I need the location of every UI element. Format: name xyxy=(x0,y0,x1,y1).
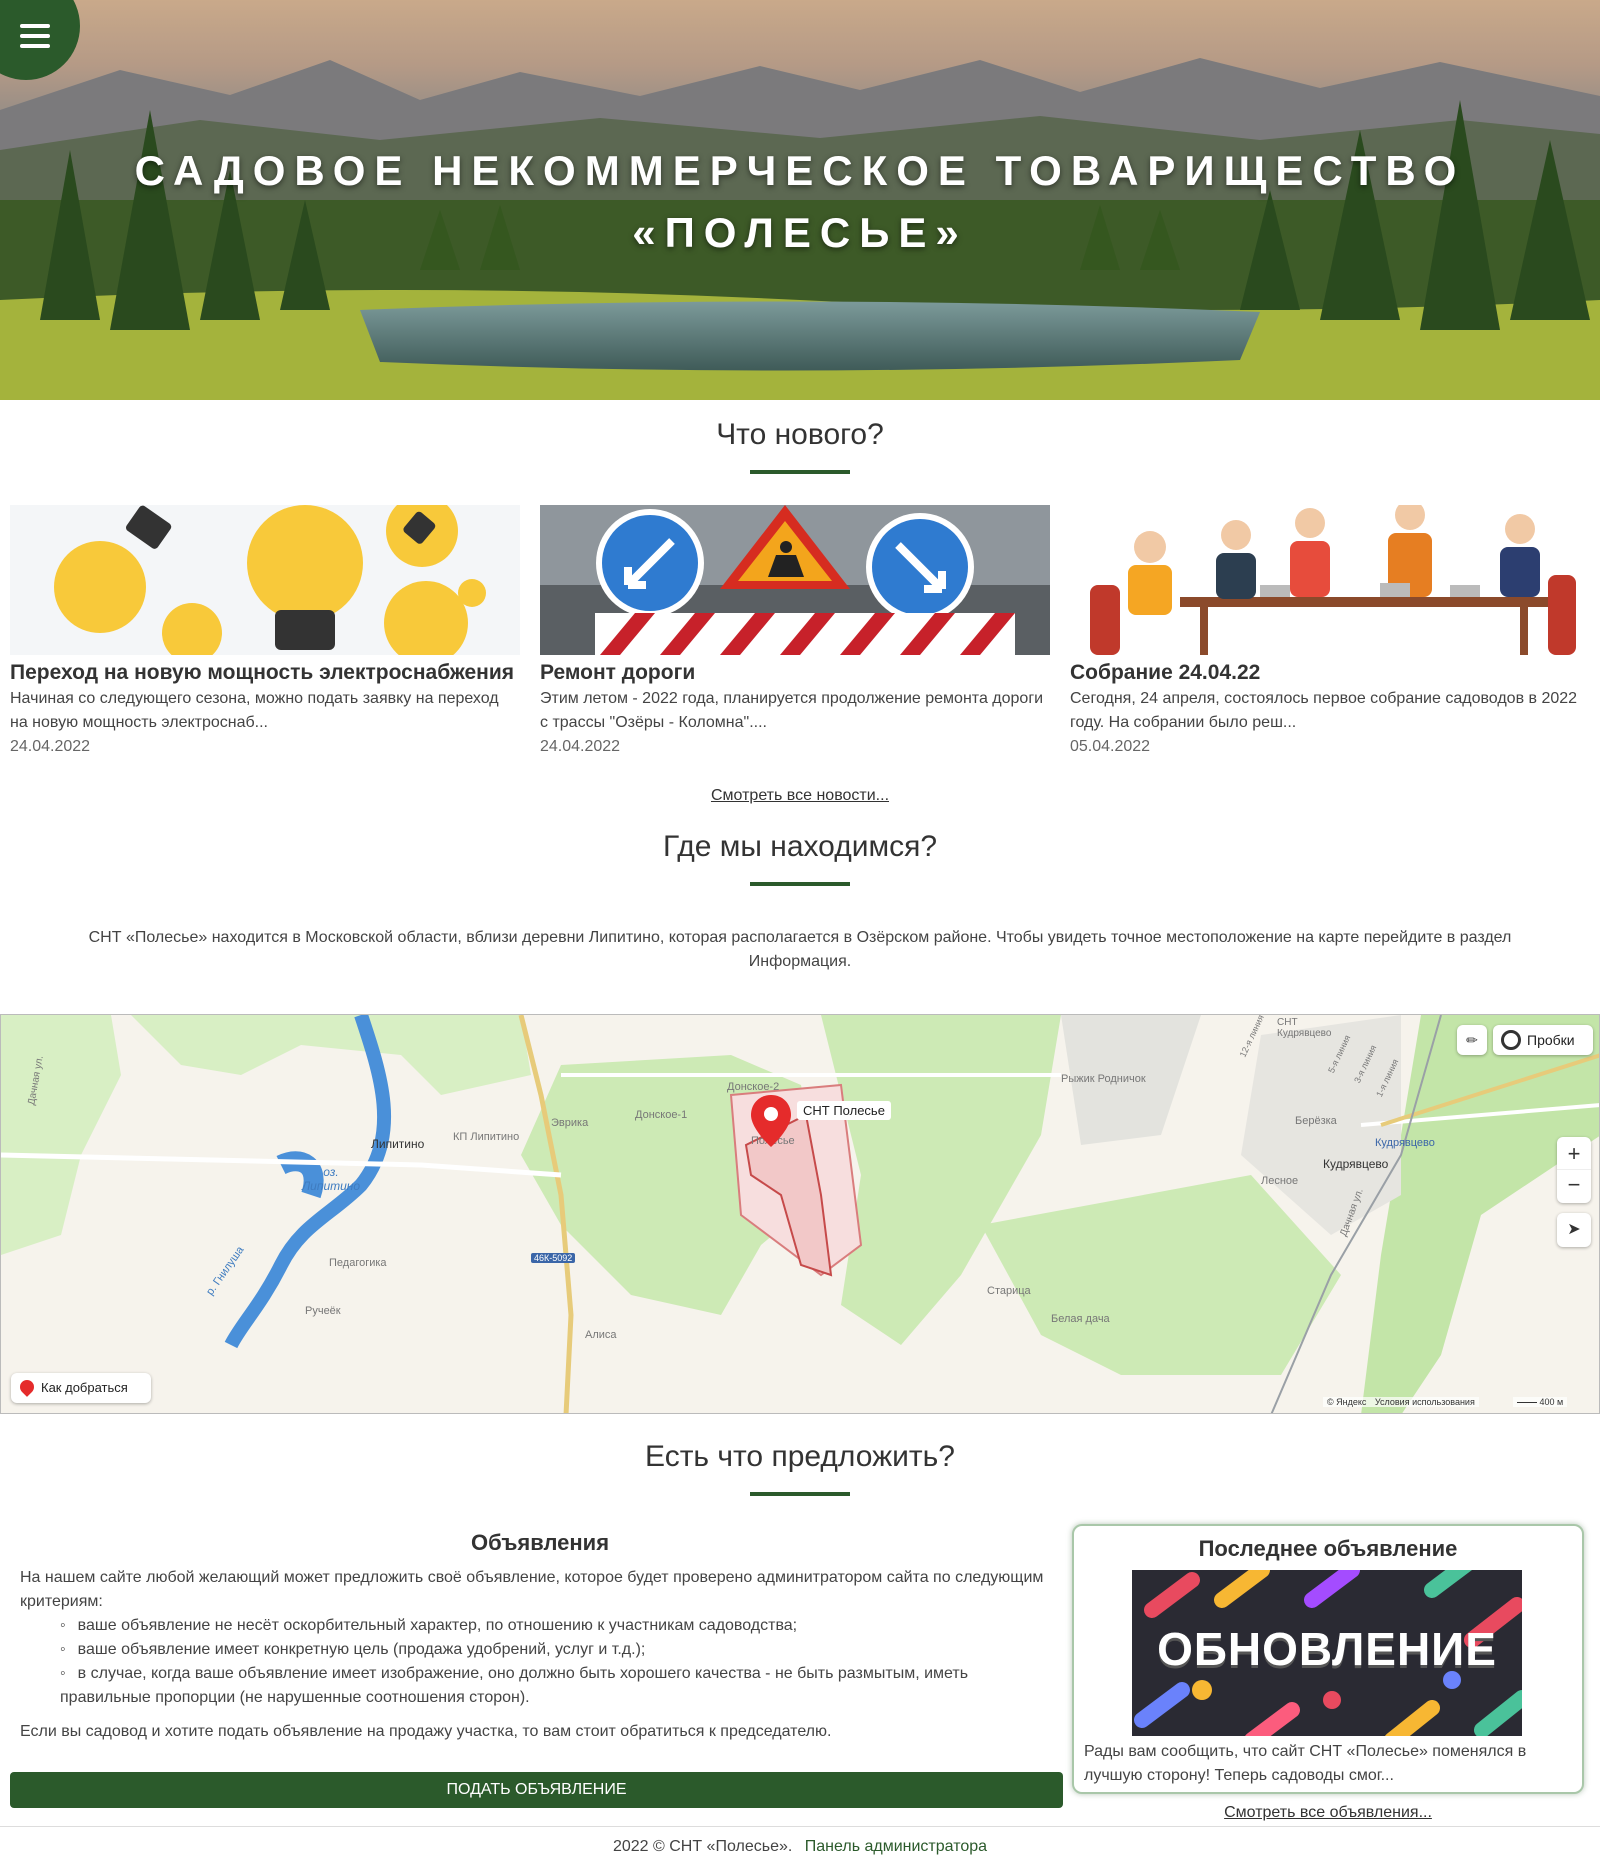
zoom-control[interactable]: + − xyxy=(1557,1137,1591,1203)
criteria-item: ваше объявление не несёт оскорбительный … xyxy=(60,1614,1060,1638)
news-excerpt: Этим летом - 2022 года, планируется прод… xyxy=(540,690,1044,731)
traffic-label: Пробки xyxy=(1527,1032,1575,1048)
meeting-illustration-icon xyxy=(1090,505,1576,655)
ads-intro: На нашем сайте любой желающий может пред… xyxy=(20,1569,1044,1610)
lightbulb-icon xyxy=(54,505,486,655)
news-card[interactable]: Ремонт дороги Этим летом - 2022 года, пл… xyxy=(540,505,1050,759)
terms-link[interactable]: Условия использования xyxy=(1375,1397,1475,1407)
heading-underline xyxy=(750,1492,850,1496)
news-heading: Что нового? xyxy=(716,418,884,451)
menu-icon-bar xyxy=(20,24,50,28)
map-label: Эврика xyxy=(551,1117,589,1129)
news-title[interactable]: Ремонт дороги xyxy=(540,659,1050,687)
menu-icon-bar xyxy=(20,34,50,38)
ruler-icon: ✏ xyxy=(1466,1032,1478,1048)
last-ad-title: Последнее объявление xyxy=(1198,1536,1458,1561)
yandex-map[interactable]: Липитино КП Липитино оз. Липитино Эврика… xyxy=(0,1014,1600,1414)
news-excerpt: Начиная со следующего сезона, можно пода… xyxy=(10,690,499,731)
criteria-item: ваше объявление имеет конкретную цель (п… xyxy=(60,1638,1060,1662)
heading-underline xyxy=(750,882,850,886)
news-card[interactable]: Собрание 24.04.22 Сегодня, 24 апреля, со… xyxy=(1070,505,1580,759)
marker-label: СНТ Полесье xyxy=(797,1101,891,1120)
ads-criteria-list: ваше объявление не несёт оскорбительный … xyxy=(20,1614,1060,1710)
news-title[interactable]: Переход на новую мощность электроснабжен… xyxy=(10,659,520,687)
scale-label: 400 м xyxy=(1539,1397,1564,1407)
map-label: Ручеёк xyxy=(305,1305,341,1317)
criteria-item: в случае, когда ваше объявление имеет из… xyxy=(60,1662,1060,1710)
last-ad-image-text: ОБНОВЛЕНИЕ xyxy=(1157,1623,1497,1675)
news-title[interactable]: Собрание 24.04.22 xyxy=(1070,659,1580,687)
map-scale: 400 м xyxy=(1513,1397,1568,1407)
news-image-lightbulbs xyxy=(10,505,520,655)
map-label: оз. Липитино xyxy=(301,1165,361,1193)
ruler-button[interactable]: ✏ xyxy=(1457,1025,1487,1055)
location-heading: Где мы находимся? xyxy=(662,830,938,863)
map-label: Берёзка xyxy=(1295,1115,1337,1127)
site-title-line1: САДОВОЕ НЕКОММЕРЧЕСКОЕ ТОВАРИЩЕСТВО xyxy=(134,147,1466,194)
news-date: 24.04.2022 xyxy=(540,738,621,755)
last-ad-card[interactable]: Последнее объявление ОБНОВЛЕНИЕ Рады вам… xyxy=(1072,1524,1584,1794)
map-label: КП Липитино xyxy=(453,1131,520,1143)
ads-title: Объявления xyxy=(470,1530,610,1555)
news-excerpt: Сегодня, 24 апреля, состоялось первое со… xyxy=(1070,690,1578,731)
map-copyright[interactable]: © Яндекс Условия использования xyxy=(1323,1397,1479,1407)
all-news-link[interactable]: Смотреть все новости... xyxy=(711,787,889,804)
map-label: Лесное xyxy=(1261,1175,1299,1187)
ads-info: Объявления На нашем сайте любой желающий… xyxy=(20,1530,1060,1744)
route-button[interactable]: Как добраться xyxy=(11,1373,151,1403)
navigation-arrow-icon: ➤ xyxy=(1567,1221,1581,1238)
news-date: 05.04.2022 xyxy=(1070,738,1151,755)
location-description: СНТ «Полесье» находится в Московской обл… xyxy=(88,929,1512,970)
map-label: Белая дача xyxy=(1051,1313,1110,1325)
zoom-out-button[interactable]: − xyxy=(1557,1170,1591,1203)
map-label: Рыжик Родничок xyxy=(1061,1073,1146,1085)
road-number-badge: 46К-5092 xyxy=(531,1253,576,1263)
copyright-text: © Яндекс xyxy=(1327,1397,1367,1407)
pin-icon xyxy=(17,1377,37,1397)
news-image-roadwork xyxy=(540,505,1050,655)
zoom-in-button[interactable]: + xyxy=(1557,1137,1591,1170)
last-ad-excerpt: Рады вам сообщить, что сайт СНТ «Полесье… xyxy=(1084,1743,1527,1784)
last-ad-image: ОБНОВЛЕНИЕ xyxy=(1132,1570,1522,1736)
menu-icon-bar xyxy=(20,44,50,48)
news-card[interactable]: Переход на новую мощность электроснабжен… xyxy=(10,505,520,759)
traffic-button[interactable]: Пробки xyxy=(1493,1025,1593,1055)
footer: 2022 © СНТ «Полесье». Панель администрат… xyxy=(0,1838,1600,1856)
geolocation-button[interactable]: ➤ xyxy=(1557,1213,1591,1247)
traffic-icon xyxy=(1501,1030,1521,1050)
map-label: СНТ Кудрявцево xyxy=(1277,1017,1332,1039)
ads-note: Если вы садовод и хотите подать объявлен… xyxy=(20,1723,832,1740)
map-label: Липитино xyxy=(371,1137,425,1151)
news-image-meeting xyxy=(1070,505,1580,655)
map-label: Старица xyxy=(987,1285,1031,1297)
route-label: Как добраться xyxy=(41,1380,128,1395)
footer-divider xyxy=(0,1826,1600,1827)
news-date: 24.04.2022 xyxy=(10,738,91,755)
site-title-line2: «ПОЛЕСЬЕ» xyxy=(632,209,968,256)
map-label: Кудрявцево xyxy=(1375,1137,1435,1149)
map-label: Донское-2 xyxy=(727,1081,780,1093)
map-label: Алиса xyxy=(585,1329,617,1341)
offer-heading: Есть что предложить? xyxy=(645,1440,955,1473)
site-title: САДОВОЕ НЕКОММЕРЧЕСКОЕ ТОВАРИЩЕСТВО «ПОЛ… xyxy=(0,140,1600,264)
heading-underline xyxy=(750,470,850,474)
submit-ad-button[interactable]: ПОДАТЬ ОБЪЯВЛЕНИЕ xyxy=(10,1772,1063,1808)
all-ads-link[interactable]: Смотреть все объявления... xyxy=(1224,1804,1432,1821)
footer-copyright: 2022 © СНТ «Полесье». xyxy=(612,1838,793,1855)
hero-banner: САДОВОЕ НЕКОММЕРЧЕСКОЕ ТОВАРИЩЕСТВО «ПОЛ… xyxy=(0,0,1600,400)
map-label: Кудрявцево xyxy=(1323,1157,1389,1171)
admin-panel-link[interactable]: Панель администратора xyxy=(805,1838,987,1855)
map-label: Донское-1 xyxy=(635,1109,688,1121)
map-label: Педагогика xyxy=(329,1257,387,1269)
